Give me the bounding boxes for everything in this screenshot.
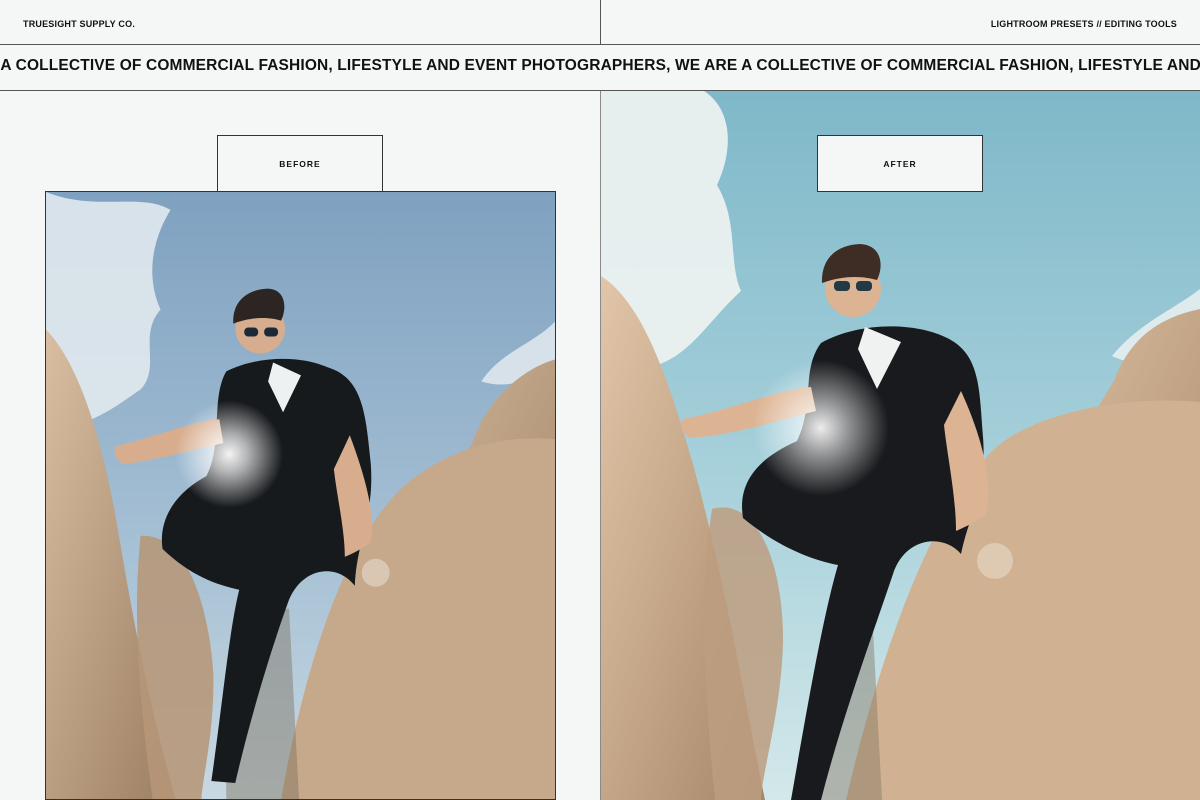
product-category: LIGHTROOM PRESETS // EDITING TOOLS (990, 19, 1177, 29)
brand-name: TRUESIGHT SUPPLY CO. (23, 19, 136, 29)
before-label: BEFORE (217, 135, 383, 192)
top-bar-divider (600, 0, 601, 45)
before-photo (45, 191, 556, 800)
marquee-banner: E A COLLECTIVE OF COMMERCIAL FASHION, LI… (0, 45, 1200, 91)
marquee-text: E A COLLECTIVE OF COMMERCIAL FASHION, LI… (0, 57, 1200, 74)
top-bar: TRUESIGHT SUPPLY CO. LIGHTROOM PRESETS /… (0, 0, 1200, 45)
after-label: AFTER (817, 135, 983, 192)
after-photo (601, 91, 1200, 800)
